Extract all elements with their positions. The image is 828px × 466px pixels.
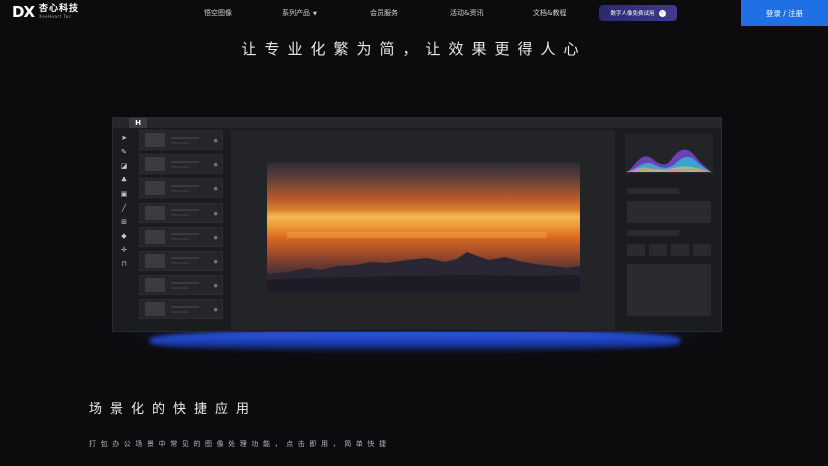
chevron-down-icon: ▼: [313, 11, 317, 17]
section-description: 打包办公场景中常见的图像处理功能，点击即用，简单快捷: [89, 440, 391, 448]
layer-item: ◉: [139, 130, 223, 150]
editor-preview: H ➤ ✎ ◪ ♣ ▣ ╱ ⊞ ◆ ✛ ⊓ ◉ ◉ ◉ ◉ ◉ ◉ ◉ ◉: [112, 117, 722, 332]
sunset-mountain-photo: [267, 162, 580, 292]
eye-icon: ◉: [213, 258, 218, 265]
layer-thumbnail: [145, 181, 165, 196]
logo-name: 杏心科技: [39, 4, 80, 14]
logo-english: XeeHeart Tec: [39, 14, 72, 19]
panel-swatch: [649, 244, 667, 256]
brush-icon: ✎: [121, 148, 127, 156]
editor-titlebar: H: [113, 118, 721, 128]
eye-icon: ◉: [213, 210, 218, 217]
nav-item-products-label: 系列产品: [282, 9, 310, 17]
panel-swatch: [671, 244, 689, 256]
layer-thumbnail: [145, 253, 165, 268]
layer-thumbnail: [145, 229, 165, 244]
text-icon: ⊞: [121, 218, 127, 226]
layer-item: ◉: [139, 299, 223, 320]
logo-text: 杏心科技 XeeHeart Tec: [39, 5, 79, 19]
shape-icon: ⊓: [121, 260, 127, 268]
arrow-icon: ➤: [121, 134, 127, 142]
eye-icon: ◉: [213, 283, 218, 290]
eraser-icon: ◪: [120, 162, 128, 170]
layer-thumbnail: [145, 302, 165, 317]
nav-item-membership[interactable]: 会员服务: [370, 8, 398, 18]
top-navbar: DX 杏心科技 XeeHeart Tec 悟空图像 系列产品 ▼ 会员服务 活动&…: [0, 0, 828, 26]
logo-mark: DX: [12, 3, 35, 21]
brand-logo[interactable]: DX 杏心科技 XeeHeart Tec: [12, 3, 79, 21]
eye-icon: ◉: [213, 186, 218, 193]
editor-canvas: [231, 130, 615, 330]
arrow-right-icon: ›: [658, 9, 666, 17]
layer-item: ◉: [139, 202, 223, 223]
panel-block: [627, 264, 711, 316]
mountain-silhouette: [267, 210, 580, 292]
free-trial-button[interactable]: 数字人像免费试用 ›: [599, 5, 677, 21]
layer-item: ◉: [139, 226, 223, 247]
editor-toolbar: ➤ ✎ ◪ ♣ ▣ ╱ ⊞ ◆ ✛ ⊓: [117, 134, 131, 269]
hero-title: 让专业化繁为简，让效果更得人心: [241, 40, 587, 58]
section-title: 场景化的快捷应用: [89, 402, 258, 417]
nav-item-products[interactable]: 系列产品 ▼: [282, 8, 317, 18]
layers-panel: ◉ ◉ ◉ ◉ ◉ ◉ ◉ ◉: [139, 130, 223, 330]
eye-icon: ◉: [213, 234, 218, 241]
panel-swatch: [627, 244, 645, 256]
layer-item: ◉: [139, 275, 223, 296]
layer-thumbnail: [145, 278, 165, 293]
panel-swatch: [693, 244, 711, 256]
layer-item: ◉: [139, 154, 223, 175]
crop-icon: ✛: [121, 246, 127, 254]
fill-icon: ◆: [121, 232, 127, 240]
layer-thumbnail: [145, 133, 165, 147]
layer-thumbnail: [145, 205, 165, 220]
eye-icon: ◉: [213, 162, 218, 169]
eye-icon: ◉: [213, 138, 218, 144]
image-icon: ▣: [120, 190, 128, 198]
panel-slider-label: [627, 230, 679, 236]
panel-slider-label: [627, 188, 679, 194]
stamp-icon: ♣: [120, 176, 128, 184]
login-register-button[interactable]: 登录 / 注册: [741, 0, 828, 26]
histogram-chart: [625, 134, 713, 174]
editor-logo: H: [129, 118, 147, 128]
nav-item-docs[interactable]: 文档&教程: [533, 8, 566, 18]
eye-icon: ◉: [213, 307, 218, 314]
layer-item: ◉: [139, 250, 223, 271]
layer-item: ◉: [139, 178, 223, 199]
panel-block: [627, 201, 711, 223]
free-trial-label: 数字人像免费试用: [610, 11, 655, 17]
adjustments-panel: [621, 130, 717, 330]
pen-icon: ╱: [121, 204, 127, 212]
nav-item-wukong[interactable]: 悟空图像: [204, 8, 232, 18]
layer-thumbnail: [145, 157, 165, 172]
nav-item-news[interactable]: 活动&资讯: [450, 8, 483, 18]
blue-glow-bar: [150, 330, 680, 352]
